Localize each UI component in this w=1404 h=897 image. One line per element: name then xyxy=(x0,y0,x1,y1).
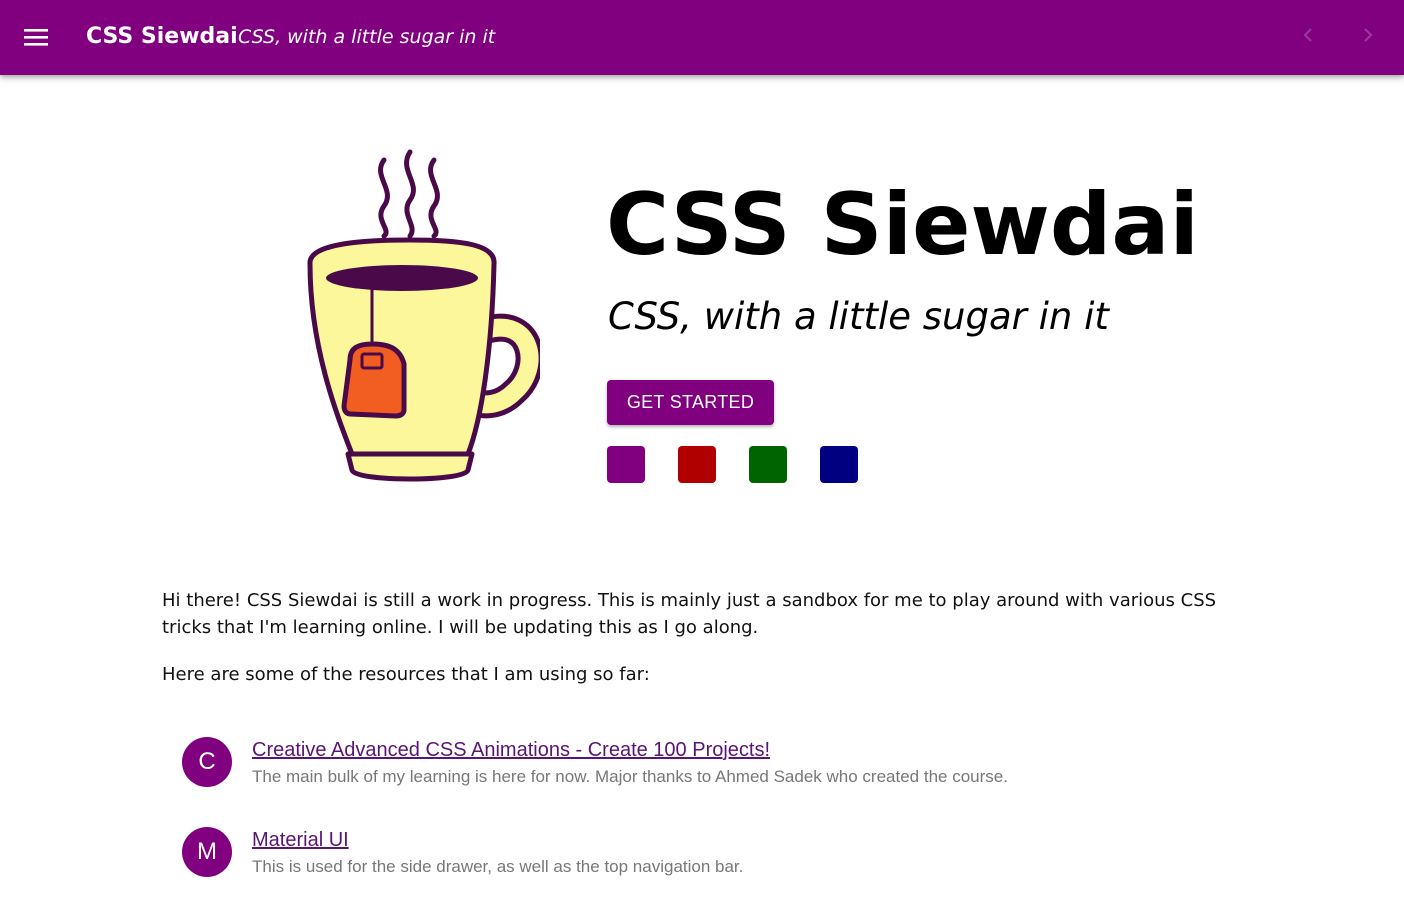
top-app-bar: CSS Siewdai CSS, with a little sugar in … xyxy=(0,0,1404,75)
resource-avatar: C xyxy=(182,737,232,787)
hero-subtitle: CSS, with a little sugar in it xyxy=(608,295,1109,338)
app-title: CSS Siewdai xyxy=(86,24,238,49)
hero-title: CSS Siewdai xyxy=(606,175,1199,275)
theme-swatch-purple[interactable] xyxy=(607,446,645,483)
next-page-button[interactable] xyxy=(1353,20,1383,50)
intro-paragraph: Hi there! CSS Siewdai is still a work in… xyxy=(162,590,1217,638)
resource-link-css-animations[interactable]: Creative Advanced CSS Animations - Creat… xyxy=(252,738,770,762)
resource-description: The main bulk of my learning is here for… xyxy=(252,767,1008,786)
chevron-right-icon xyxy=(1364,28,1373,42)
chevron-left-icon xyxy=(1303,28,1312,42)
tea-mug-icon xyxy=(307,149,540,482)
resources-heading: Here are some of the resources that I am… xyxy=(162,664,650,685)
theme-swatch-red[interactable] xyxy=(678,446,716,483)
resource-link-material-ui[interactable]: Material UI xyxy=(252,828,349,852)
resource-avatar: M xyxy=(182,827,232,877)
get-started-button[interactable]: GET STARTED xyxy=(607,380,774,425)
menu-button[interactable] xyxy=(14,15,58,59)
app-subtitle: CSS, with a little sugar in it xyxy=(238,26,496,48)
theme-swatch-green[interactable] xyxy=(749,446,787,483)
previous-page-button[interactable] xyxy=(1293,20,1323,50)
resource-description: This is used for the side drawer, as wel… xyxy=(252,857,744,876)
menu-icon xyxy=(24,29,48,46)
theme-swatch-navy[interactable] xyxy=(820,446,858,483)
